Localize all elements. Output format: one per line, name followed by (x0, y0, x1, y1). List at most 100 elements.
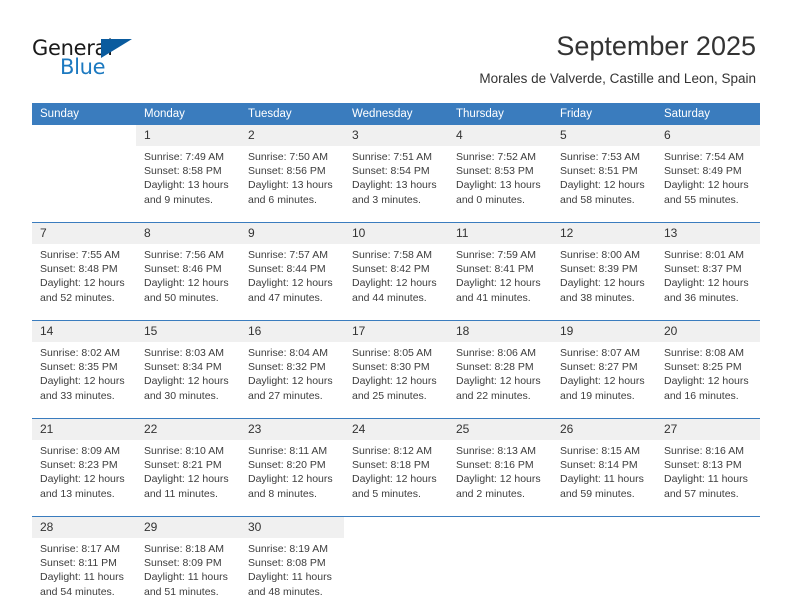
day-number: 25 (448, 419, 552, 440)
sunset-line: Sunset: 8:09 PM (144, 556, 234, 570)
day-sun-details: Sunrise: 8:18 AMSunset: 8:09 PMDaylight:… (136, 538, 240, 614)
calendar-day-cell[interactable]: 19Sunrise: 8:07 AMSunset: 8:27 PMDayligh… (552, 321, 656, 419)
day-sun-details: Sunrise: 8:12 AMSunset: 8:18 PMDaylight:… (344, 440, 448, 516)
day-number: 24 (344, 419, 448, 440)
day-sun-details (448, 538, 552, 614)
page-subtitle: Morales de Valverde, Castille and Leon, … (479, 71, 756, 87)
daylight-line-cont: and 38 minutes. (560, 291, 650, 305)
calendar-day-cell[interactable]: 20Sunrise: 8:08 AMSunset: 8:25 PMDayligh… (656, 321, 760, 419)
calendar-day-cell[interactable]: 25Sunrise: 8:13 AMSunset: 8:16 PMDayligh… (448, 419, 552, 517)
sunset-line: Sunset: 8:58 PM (144, 164, 234, 178)
daylight-line: Daylight: 12 hours (248, 374, 338, 388)
calendar-day-cell[interactable]: 30Sunrise: 8:19 AMSunset: 8:08 PMDayligh… (240, 517, 344, 614)
calendar-day-cell[interactable]: 22Sunrise: 8:10 AMSunset: 8:21 PMDayligh… (136, 419, 240, 517)
daylight-line: Daylight: 12 hours (456, 374, 546, 388)
day-sun-details: Sunrise: 7:57 AMSunset: 8:44 PMDaylight:… (240, 244, 344, 320)
calendar-day-cell[interactable]: 2Sunrise: 7:50 AMSunset: 8:56 PMDaylight… (240, 125, 344, 223)
daylight-line: Daylight: 12 hours (144, 276, 234, 290)
daylight-line: Daylight: 11 hours (40, 570, 130, 584)
day-sun-details: Sunrise: 8:05 AMSunset: 8:30 PMDaylight:… (344, 342, 448, 418)
daylight-line: Daylight: 12 hours (352, 472, 442, 486)
sunrise-line: Sunrise: 8:01 AM (664, 248, 754, 262)
calendar-day-cell[interactable]: 3Sunrise: 7:51 AMSunset: 8:54 PMDaylight… (344, 125, 448, 223)
daylight-line: Daylight: 11 hours (144, 570, 234, 584)
day-number: 28 (32, 517, 136, 538)
daylight-line-cont: and 16 minutes. (664, 389, 754, 403)
calendar-day-cell[interactable]: 21Sunrise: 8:09 AMSunset: 8:23 PMDayligh… (32, 419, 136, 517)
calendar-day-cell[interactable]: 15Sunrise: 8:03 AMSunset: 8:34 PMDayligh… (136, 321, 240, 419)
day-sun-details: Sunrise: 7:50 AMSunset: 8:56 PMDaylight:… (240, 146, 344, 222)
daylight-line-cont: and 54 minutes. (40, 585, 130, 599)
daylight-line: Daylight: 13 hours (144, 178, 234, 192)
calendar-day-cell[interactable]: 9Sunrise: 7:57 AMSunset: 8:44 PMDaylight… (240, 223, 344, 321)
calendar-day-cell[interactable]: 29Sunrise: 8:18 AMSunset: 8:09 PMDayligh… (136, 517, 240, 614)
daylight-line: Daylight: 12 hours (248, 472, 338, 486)
weekday-header-sunday: Sunday (32, 103, 136, 125)
calendar-day-cell[interactable]: 23Sunrise: 8:11 AMSunset: 8:20 PMDayligh… (240, 419, 344, 517)
sunset-line: Sunset: 8:44 PM (248, 262, 338, 276)
sunrise-line: Sunrise: 7:50 AM (248, 150, 338, 164)
calendar-day-cell[interactable]: 4Sunrise: 7:52 AMSunset: 8:53 PMDaylight… (448, 125, 552, 223)
day-sun-details: Sunrise: 7:53 AMSunset: 8:51 PMDaylight:… (552, 146, 656, 222)
calendar-body: 1Sunrise: 7:49 AMSunset: 8:58 PMDaylight… (32, 125, 760, 614)
calendar-day-cell[interactable]: 13Sunrise: 8:01 AMSunset: 8:37 PMDayligh… (656, 223, 760, 321)
calendar-week-row: 21Sunrise: 8:09 AMSunset: 8:23 PMDayligh… (32, 419, 760, 517)
day-sun-details: Sunrise: 7:52 AMSunset: 8:53 PMDaylight:… (448, 146, 552, 222)
calendar-day-cell[interactable]: 14Sunrise: 8:02 AMSunset: 8:35 PMDayligh… (32, 321, 136, 419)
calendar-day-cell[interactable]: 8Sunrise: 7:56 AMSunset: 8:46 PMDaylight… (136, 223, 240, 321)
daylight-line-cont: and 0 minutes. (456, 193, 546, 207)
daylight-line-cont: and 51 minutes. (144, 585, 234, 599)
sunset-line: Sunset: 8:54 PM (352, 164, 442, 178)
day-number: 21 (32, 419, 136, 440)
calendar-cell-empty (32, 125, 136, 223)
calendar-day-cell[interactable]: 17Sunrise: 8:05 AMSunset: 8:30 PMDayligh… (344, 321, 448, 419)
calendar-day-cell[interactable]: 28Sunrise: 8:17 AMSunset: 8:11 PMDayligh… (32, 517, 136, 614)
calendar-day-cell[interactable]: 11Sunrise: 7:59 AMSunset: 8:41 PMDayligh… (448, 223, 552, 321)
daylight-line: Daylight: 11 hours (664, 472, 754, 486)
day-sun-details: Sunrise: 8:03 AMSunset: 8:34 PMDaylight:… (136, 342, 240, 418)
sunset-line: Sunset: 8:53 PM (456, 164, 546, 178)
day-number: 6 (656, 125, 760, 146)
day-number (552, 517, 656, 538)
sunrise-line: Sunrise: 7:52 AM (456, 150, 546, 164)
sunrise-line: Sunrise: 8:12 AM (352, 444, 442, 458)
calendar-day-cell[interactable]: 18Sunrise: 8:06 AMSunset: 8:28 PMDayligh… (448, 321, 552, 419)
sunset-line: Sunset: 8:28 PM (456, 360, 546, 374)
calendar-day-cell[interactable]: 1Sunrise: 7:49 AMSunset: 8:58 PMDaylight… (136, 125, 240, 223)
day-number: 27 (656, 419, 760, 440)
sunset-line: Sunset: 8:41 PM (456, 262, 546, 276)
day-number: 29 (136, 517, 240, 538)
daylight-line-cont: and 5 minutes. (352, 487, 442, 501)
sunrise-line: Sunrise: 8:16 AM (664, 444, 754, 458)
calendar-day-cell[interactable]: 5Sunrise: 7:53 AMSunset: 8:51 PMDaylight… (552, 125, 656, 223)
calendar-day-cell[interactable]: 6Sunrise: 7:54 AMSunset: 8:49 PMDaylight… (656, 125, 760, 223)
sunset-line: Sunset: 8:51 PM (560, 164, 650, 178)
weekday-header-friday: Friday (552, 103, 656, 125)
calendar-day-cell[interactable]: 7Sunrise: 7:55 AMSunset: 8:48 PMDaylight… (32, 223, 136, 321)
daylight-line-cont: and 3 minutes. (352, 193, 442, 207)
page-header: General Blue September 2025 Morales de V… (0, 0, 792, 100)
calendar-day-cell[interactable]: 16Sunrise: 8:04 AMSunset: 8:32 PMDayligh… (240, 321, 344, 419)
day-sun-details: Sunrise: 8:01 AMSunset: 8:37 PMDaylight:… (656, 244, 760, 320)
calendar-day-cell[interactable]: 26Sunrise: 8:15 AMSunset: 8:14 PMDayligh… (552, 419, 656, 517)
daylight-line-cont: and 58 minutes. (560, 193, 650, 207)
weekday-header-saturday: Saturday (656, 103, 760, 125)
day-sun-details (656, 538, 760, 614)
sunrise-line: Sunrise: 7:54 AM (664, 150, 754, 164)
sunrise-line: Sunrise: 7:53 AM (560, 150, 650, 164)
calendar-cell-empty (552, 517, 656, 614)
calendar-day-cell[interactable]: 10Sunrise: 7:58 AMSunset: 8:42 PMDayligh… (344, 223, 448, 321)
calendar-day-cell[interactable]: 24Sunrise: 8:12 AMSunset: 8:18 PMDayligh… (344, 419, 448, 517)
day-sun-details: Sunrise: 8:16 AMSunset: 8:13 PMDaylight:… (656, 440, 760, 516)
daylight-line-cont: and 30 minutes. (144, 389, 234, 403)
day-number: 15 (136, 321, 240, 342)
day-number: 9 (240, 223, 344, 244)
general-blue-logo[interactable]: General Blue (32, 36, 152, 82)
calendar-cell-empty (656, 517, 760, 614)
calendar-day-cell[interactable]: 27Sunrise: 8:16 AMSunset: 8:13 PMDayligh… (656, 419, 760, 517)
daylight-line: Daylight: 11 hours (248, 570, 338, 584)
calendar-cell-empty (344, 517, 448, 614)
daylight-line: Daylight: 12 hours (352, 276, 442, 290)
day-sun-details: Sunrise: 8:00 AMSunset: 8:39 PMDaylight:… (552, 244, 656, 320)
calendar-day-cell[interactable]: 12Sunrise: 8:00 AMSunset: 8:39 PMDayligh… (552, 223, 656, 321)
